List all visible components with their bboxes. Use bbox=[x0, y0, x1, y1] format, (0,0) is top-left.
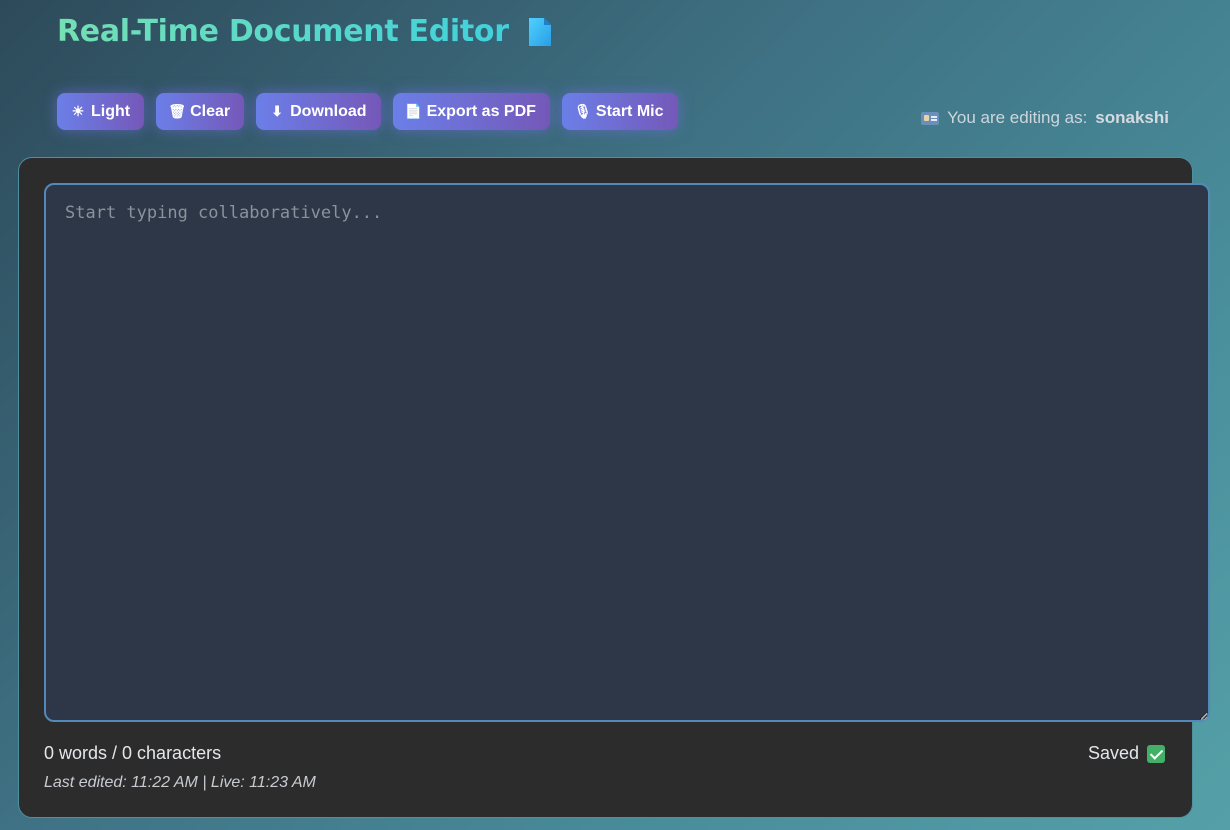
download-arrow-icon: ⬇ bbox=[271, 103, 283, 119]
current-user-indicator: You are editing as: sonakshi bbox=[921, 108, 1169, 128]
save-status: Saved bbox=[1088, 743, 1165, 764]
clear-button[interactable]: 🗑 Clear bbox=[156, 93, 245, 130]
check-mark-icon bbox=[1147, 744, 1165, 763]
saved-label: Saved bbox=[1087, 743, 1139, 763]
clear-label: Clear bbox=[190, 102, 231, 120]
document-textarea[interactable] bbox=[44, 183, 1210, 722]
download-button[interactable]: ⬇ Download bbox=[256, 93, 381, 130]
word-count: 0 words / 0 characters bbox=[44, 743, 222, 763]
document-icon bbox=[528, 17, 551, 46]
id-card-icon bbox=[921, 111, 940, 125]
editor-panel: 0 words / 0 characters Saved Last edited… bbox=[18, 157, 1210, 818]
page-title-text: Real-Time Document Editor bbox=[57, 14, 509, 49]
download-label: Download bbox=[290, 102, 367, 120]
user-prefix: You are editing as: bbox=[947, 108, 1088, 127]
pdf-page-icon: 📄 bbox=[404, 103, 423, 119]
microphone-icon: 🎙 bbox=[574, 103, 592, 119]
user-name: sonakshi bbox=[1095, 108, 1169, 127]
edit-timestamps: Last edited: 11:22 AM | Live: 11:23 AM bbox=[44, 774, 316, 791]
resize-handle-icon[interactable] bbox=[1200, 713, 1208, 721]
toolbar: ☀ Light 🗑 Clear ⬇ Download 📄 Export as P… bbox=[57, 93, 678, 130]
export-pdf-label: Export as PDF bbox=[426, 102, 536, 120]
start-mic-label: Start Mic bbox=[595, 102, 664, 120]
theme-toggle-label: Light bbox=[91, 102, 131, 120]
trash-icon: 🗑 bbox=[168, 103, 186, 119]
page-title: Real-Time Document Editor bbox=[57, 14, 553, 49]
export-pdf-button[interactable]: 📄 Export as PDF bbox=[392, 93, 550, 130]
sun-icon: ☀ bbox=[71, 103, 85, 119]
theme-toggle-button[interactable]: ☀ Light bbox=[57, 93, 145, 130]
start-mic-button[interactable]: 🎙 Start Mic bbox=[561, 93, 678, 130]
